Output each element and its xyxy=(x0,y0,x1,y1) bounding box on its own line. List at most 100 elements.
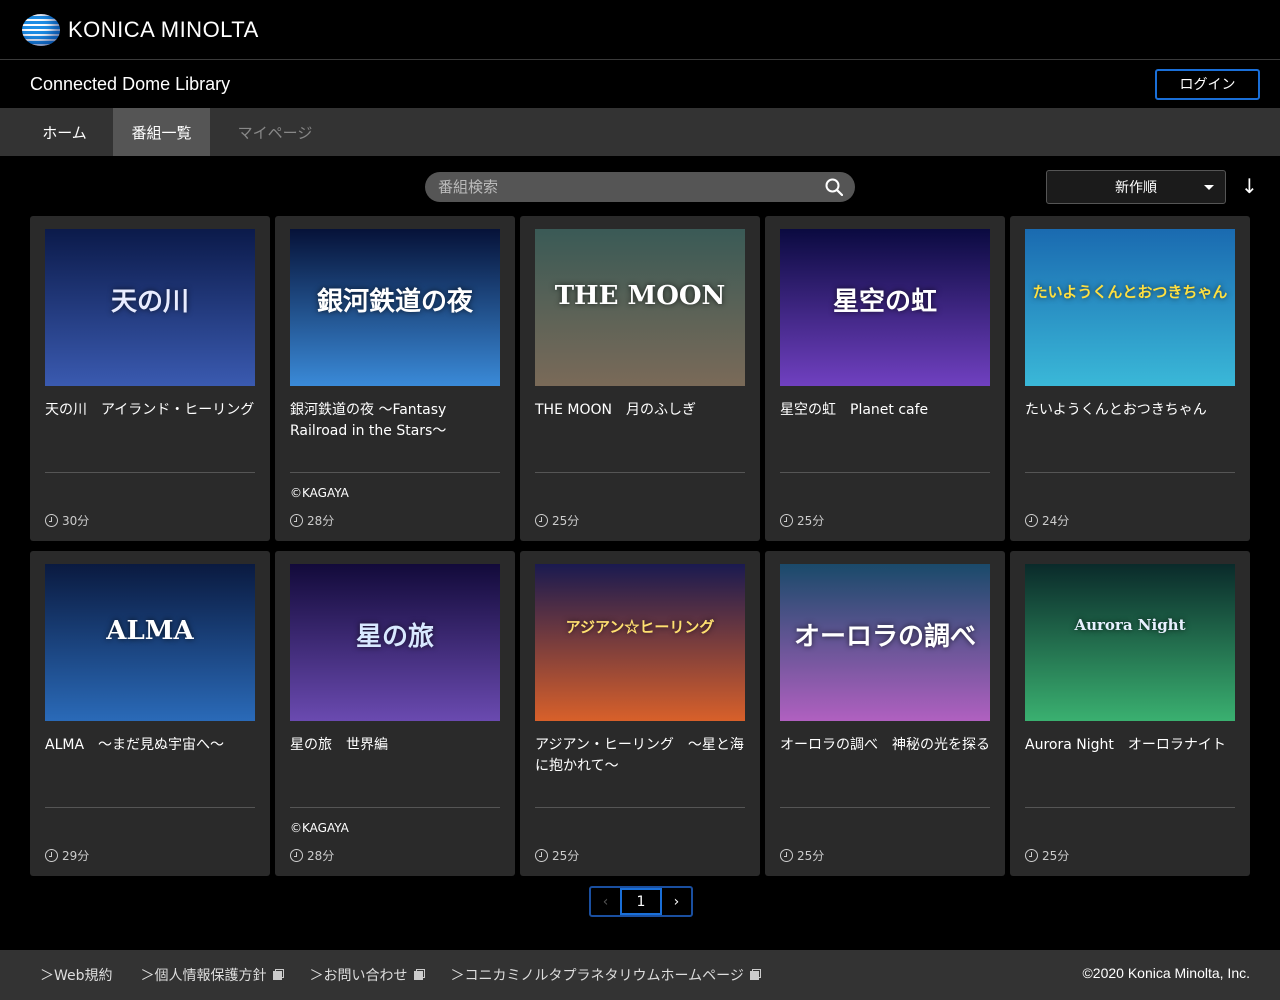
sort-direction-arrow-icon[interactable]: ↓ xyxy=(1241,174,1258,198)
footer-link-label: ＞コニカミノルタプラネタリウムホームページ xyxy=(450,968,744,984)
program-duration-label: 25分 xyxy=(552,849,580,863)
copyright: ©2020 Konica Minolta, Inc. xyxy=(1082,965,1250,981)
program-title[interactable]: オーロラの調べ 神秘の光を探る xyxy=(780,735,990,783)
footer-link-planetarium-home[interactable]: ＞コニカミノルタプラネタリウムホームページ xyxy=(451,965,759,985)
program-thumbnail[interactable]: THE MOON xyxy=(535,229,745,386)
search-icon[interactable] xyxy=(825,178,843,196)
clock-icon xyxy=(1025,849,1038,862)
program-duration: 28分 xyxy=(290,847,334,864)
nav-item-program-list[interactable]: 番組一覧 xyxy=(113,108,210,156)
clock-icon xyxy=(290,849,303,862)
title-bar: Connected Dome Library ログイン xyxy=(0,60,1280,108)
program-credit: ©KAGAYA xyxy=(290,486,349,500)
program-thumbnail[interactable]: 星空の虹 xyxy=(780,229,990,386)
pagination-next-button[interactable]: › xyxy=(662,888,691,915)
program-thumbnail-title: 銀河鉄道の夜 xyxy=(316,287,473,317)
program-duration: 25分 xyxy=(1025,847,1069,864)
card-divider xyxy=(780,807,990,808)
footer-link-label: ＞お問い合わせ xyxy=(309,968,408,984)
program-thumbnail[interactable]: アジアン☆ヒーリング xyxy=(535,564,745,721)
program-thumbnail[interactable]: 天の川 xyxy=(45,229,255,386)
clock-icon xyxy=(45,514,58,527)
program-title[interactable]: ALMA ～まだ見ぬ宇宙へ～ xyxy=(45,735,255,783)
card-divider xyxy=(780,472,990,473)
card-divider xyxy=(45,472,255,473)
program-thumbnail[interactable]: 星の旅 xyxy=(290,564,500,721)
program-thumbnail-title: 天の川 xyxy=(110,287,189,317)
program-title[interactable]: 銀河鉄道の夜 ～Fantasy Railroad in the Stars～ xyxy=(290,400,500,448)
program-credit: ©KAGAYA xyxy=(290,821,349,835)
brand-bar: KONICA MINOLTA xyxy=(0,0,1280,60)
site-title[interactable]: Connected Dome Library xyxy=(30,74,230,95)
card-divider xyxy=(45,807,255,808)
program-duration: 30分 xyxy=(45,512,89,529)
card-divider xyxy=(535,472,745,473)
footer-link-privacy[interactable]: ＞個人情報保護方針 xyxy=(141,965,282,985)
clock-icon xyxy=(780,514,793,527)
program-card[interactable]: ALMA ALMA ～まだ見ぬ宇宙へ～ 29分 xyxy=(30,551,270,876)
card-divider xyxy=(290,807,500,808)
pagination-prev-button[interactable]: ‹ xyxy=(591,888,620,915)
program-card[interactable]: 星の旅星の旅 世界編 ©KAGAYA 28分 xyxy=(275,551,515,876)
pagination: ‹ 1 › xyxy=(589,886,693,917)
footer-link-label: ＞個人情報保護方針 xyxy=(140,968,267,984)
program-title[interactable]: THE MOON 月のふしぎ xyxy=(535,400,745,448)
card-divider xyxy=(1025,472,1235,473)
program-thumbnail[interactable]: ALMA xyxy=(45,564,255,721)
main-nav: ホーム 番組一覧 マイページ xyxy=(0,108,1280,156)
program-card[interactable]: THE MOON THE MOON 月のふしぎ 25分 xyxy=(520,216,760,541)
program-duration-label: 24分 xyxy=(1042,514,1070,528)
program-title[interactable]: Aurora Night オーロラナイト xyxy=(1025,735,1235,783)
program-duration-label: 25分 xyxy=(797,849,825,863)
program-title[interactable]: 星空の虹 Planet cafe xyxy=(780,400,990,448)
footer-link-web-terms[interactable]: ＞Web規約 xyxy=(40,965,113,985)
program-title[interactable]: 星の旅 世界編 xyxy=(290,735,500,783)
program-card[interactable]: Aurora Night Aurora Night オーロラナイト 25分 xyxy=(1010,551,1250,876)
program-duration: 25分 xyxy=(780,847,824,864)
clock-icon xyxy=(290,514,303,527)
program-duration-label: 25分 xyxy=(552,514,580,528)
card-divider xyxy=(1025,807,1235,808)
program-thumbnail[interactable]: たいようくんとおつきちゃん xyxy=(1025,229,1235,386)
sort-select[interactable]: 新作順 xyxy=(1046,170,1226,204)
card-divider xyxy=(535,807,745,808)
footer-link-contact[interactable]: ＞お問い合わせ xyxy=(310,965,423,985)
card-divider xyxy=(290,472,500,473)
program-card[interactable]: 銀河鉄道の夜銀河鉄道の夜 ～Fantasy Railroad in the St… xyxy=(275,216,515,541)
search-box xyxy=(425,172,855,202)
program-duration: 29分 xyxy=(45,847,89,864)
pagination-page-1[interactable]: 1 xyxy=(620,888,662,915)
program-title[interactable]: たいようくんとおつきちゃん xyxy=(1025,400,1235,448)
program-card[interactable]: オーロラの調べオーロラの調べ 神秘の光を探る 25分 xyxy=(765,551,1005,876)
program-duration-label: 25分 xyxy=(797,514,825,528)
clock-icon xyxy=(1025,514,1038,527)
program-title[interactable]: 天の川 アイランド・ヒーリング xyxy=(45,400,255,448)
program-thumbnail-title: Aurora Night xyxy=(1074,616,1186,634)
external-link-icon xyxy=(749,970,759,980)
program-duration-label: 30分 xyxy=(62,514,90,528)
konica-minolta-globe-logo[interactable] xyxy=(22,13,60,46)
chevron-down-icon xyxy=(1204,185,1214,190)
program-card[interactable]: 星空の虹星空の虹 Planet cafe 25分 xyxy=(765,216,1005,541)
login-button[interactable]: ログイン xyxy=(1155,68,1260,100)
search-input[interactable] xyxy=(425,172,805,202)
external-link-icon xyxy=(272,970,282,980)
program-duration-label: 29分 xyxy=(62,849,90,863)
program-thumbnail[interactable]: オーロラの調べ xyxy=(780,564,990,721)
program-thumbnail[interactable]: Aurora Night xyxy=(1025,564,1235,721)
program-card[interactable]: たいようくんとおつきちゃん たいようくんとおつきちゃん 24分 xyxy=(1010,216,1250,541)
nav-item-home[interactable]: ホーム xyxy=(16,108,113,156)
program-duration: 25分 xyxy=(780,512,824,529)
program-thumbnail-title: オーロラの調べ xyxy=(793,622,976,652)
brand-logo-text[interactable]: KONICA MINOLTA xyxy=(68,17,259,43)
nav-item-mypage[interactable]: マイページ xyxy=(210,108,340,156)
program-duration-label: 25分 xyxy=(1042,849,1070,863)
program-thumbnail[interactable]: 銀河鉄道の夜 xyxy=(290,229,500,386)
program-duration: 28分 xyxy=(290,512,334,529)
program-thumbnail-title: 星の旅 xyxy=(355,622,434,652)
program-card[interactable]: アジアン☆ヒーリングアジアン・ヒーリング ～星と海に抱かれて～ 25分 xyxy=(520,551,760,876)
program-duration: 25分 xyxy=(535,847,579,864)
sort-select-value: 新作順 xyxy=(1115,180,1157,196)
program-title[interactable]: アジアン・ヒーリング ～星と海に抱かれて～ xyxy=(535,735,745,783)
program-card[interactable]: 天の川天の川 アイランド・ヒーリング 30分 xyxy=(30,216,270,541)
